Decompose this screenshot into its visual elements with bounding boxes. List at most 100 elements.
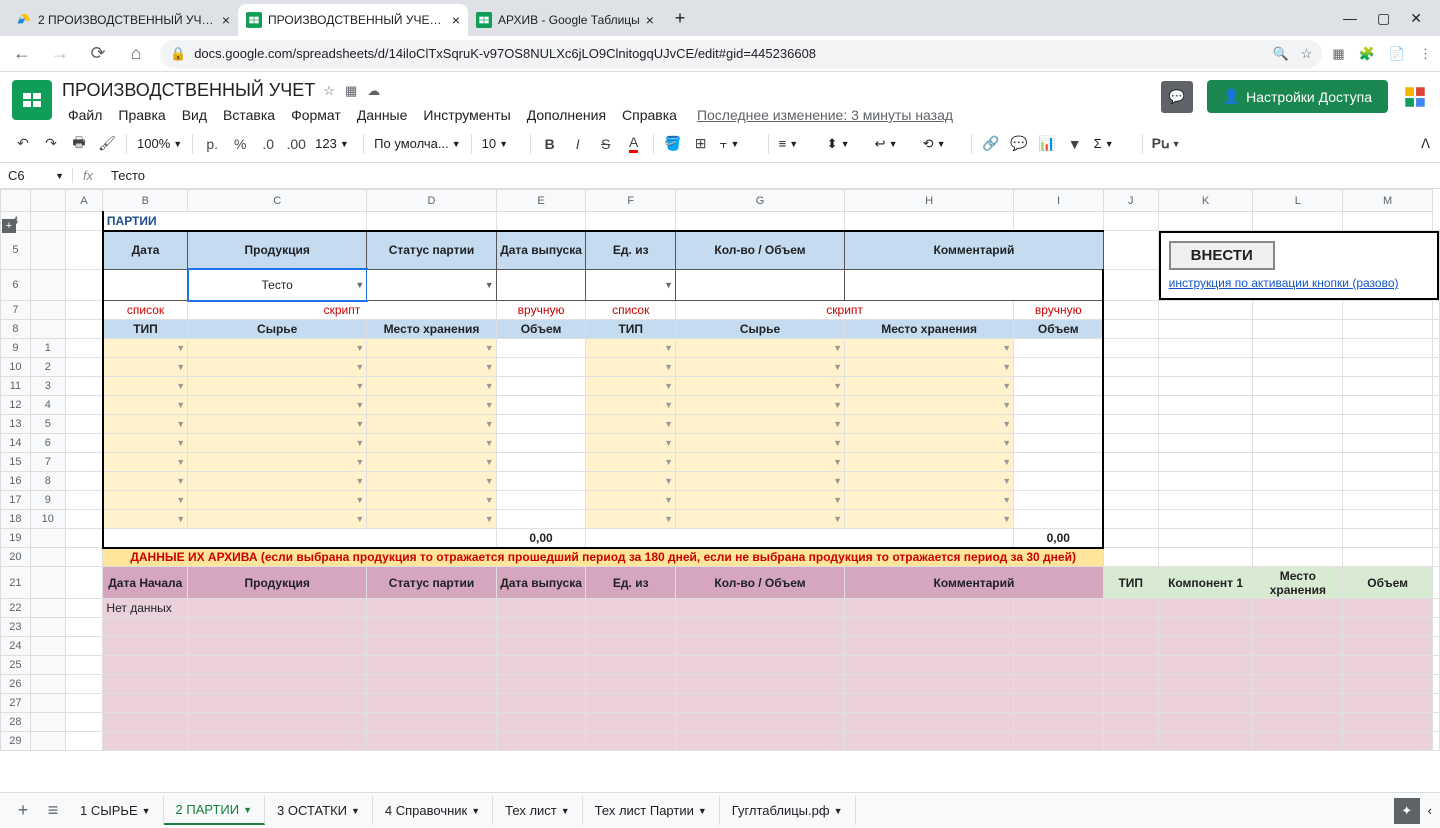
browser-tab-1[interactable]: ПРОИЗВОДСТВЕННЫЙ УЧЕТ - G × [238,4,468,36]
col-header[interactable]: A [65,190,103,212]
dropdown-arrow-icon[interactable]: ▼ [833,343,842,353]
dropdown-arrow-icon[interactable]: ▼ [176,419,185,429]
menu-icon[interactable]: ⋮ [1419,46,1432,62]
data-cell[interactable]: ▼ [188,358,367,377]
qty-input[interactable] [676,269,845,300]
release-date-input[interactable] [496,269,586,300]
data-cell[interactable] [496,510,586,529]
dropdown-arrow-icon[interactable]: ▼ [833,457,842,467]
data-cell[interactable]: ▼ [367,453,496,472]
data-cell[interactable]: ▼ [845,472,1014,491]
new-tab-button[interactable]: + [666,4,694,32]
col-header[interactable]: L [1253,190,1343,212]
menu-инструменты[interactable]: Инструменты [417,105,516,125]
doc-title[interactable]: ПРОИЗВОДСТВЕННЫЙ УЧЕТ [62,80,315,101]
dropdown-arrow-icon[interactable]: ▼ [664,438,673,448]
dropdown-arrow-icon[interactable]: ▼ [664,514,673,524]
name-box[interactable]: C6▼ [0,168,73,183]
data-cell[interactable]: ▼ [845,510,1014,529]
home-button[interactable]: ⌂ [122,40,150,68]
explore-button[interactable]: ✦ [1394,798,1420,824]
comment-button[interactable]: 💬 [1006,131,1032,157]
col-header[interactable]: F [586,190,676,212]
dropdown-arrow-icon[interactable]: ▼ [355,400,364,410]
col-header[interactable]: J [1103,190,1158,212]
dec-decrease-button[interactable]: .0 [255,131,281,157]
col-header[interactable]: C [188,190,367,212]
chart-button[interactable]: 📊 [1034,131,1060,157]
dropdown-arrow-icon[interactable]: ▼ [355,495,364,505]
dropdown-arrow-icon[interactable]: ▼ [833,495,842,505]
data-cell[interactable]: ▼ [188,396,367,415]
data-cell[interactable]: ▼ [367,491,496,510]
data-cell[interactable]: ▼ [103,377,188,396]
dropdown-arrow-icon[interactable]: ▼ [664,343,673,353]
dropdown-arrow-icon[interactable]: ▼ [1002,495,1011,505]
dropdown-arrow-icon[interactable]: ▼ [664,400,673,410]
data-cell[interactable]: ▼ [367,415,496,434]
dropdown-arrow-icon[interactable]: ▼ [176,476,185,486]
menu-справка[interactable]: Справка [616,105,683,125]
dropdown-arrow-icon[interactable]: ▼ [1002,343,1011,353]
dropdown-arrow-icon[interactable]: ▼ [1002,419,1011,429]
data-cell[interactable] [496,415,586,434]
dropdown-arrow-icon[interactable]: ▼ [485,419,494,429]
fill-color-button[interactable]: 🪣 [660,131,686,157]
back-button[interactable]: ← [8,40,36,68]
data-cell[interactable]: ▼ [367,377,496,396]
data-cell[interactable] [1014,472,1104,491]
data-cell[interactable]: ▼ [845,415,1014,434]
dropdown-arrow-icon[interactable]: ▼ [833,438,842,448]
data-cell[interactable]: ▼ [586,396,676,415]
data-cell[interactable]: ▼ [367,339,496,358]
data-cell[interactable]: ▼ [845,358,1014,377]
tab-close-icon[interactable]: × [222,12,230,28]
star-icon[interactable]: ☆ [1301,46,1313,62]
dropdown-arrow-icon[interactable]: ▼ [176,343,185,353]
share-button[interactable]: 👤 Настройки Доступа [1207,80,1388,113]
data-cell[interactable]: ▼ [676,453,845,472]
unit-dropdown[interactable]: ▼ [586,269,676,300]
instruction-link[interactable]: инструкция по активации кнопки (разово) [1169,276,1399,290]
col-header[interactable]: H [845,190,1014,212]
dropdown-arrow-icon[interactable]: ▼ [485,457,494,467]
font-dropdown[interactable]: По умолча...▼ [370,136,464,151]
data-cell[interactable]: ▼ [188,339,367,358]
maximize-icon[interactable]: ▢ [1377,10,1390,27]
sheet-tab[interactable]: 3 ОСТАТКИ▼ [265,796,373,825]
col-header[interactable]: B [103,190,188,212]
borders-button[interactable]: ⊞ [688,131,714,157]
dropdown-arrow-icon[interactable]: ▼ [833,419,842,429]
data-cell[interactable]: ▼ [103,415,188,434]
link-button[interactable]: 🔗 [978,131,1004,157]
redo-button[interactable]: ↷ [38,131,64,157]
dropdown-arrow-icon[interactable]: ▼ [176,495,185,505]
dropdown-arrow-icon[interactable]: ▼ [485,280,494,290]
data-cell[interactable] [1014,434,1104,453]
merge-dropdown[interactable]: ⫟▼ [716,136,762,152]
col-header[interactable]: K [1158,190,1253,212]
forward-button[interactable]: → [46,40,74,68]
rotate-dropdown[interactable]: ⟲▼ [919,136,965,152]
data-cell[interactable]: ▼ [676,510,845,529]
data-cell[interactable] [1014,510,1104,529]
formula-input[interactable]: Тесто [103,168,1440,183]
percent-button[interactable]: % [227,131,253,157]
minimize-icon[interactable]: — [1343,10,1357,27]
account-icon[interactable] [1402,84,1428,110]
dropdown-arrow-icon[interactable]: ▼ [833,514,842,524]
dropdown-arrow-icon[interactable]: ▼ [355,457,364,467]
dropdown-arrow-icon[interactable]: ▼ [833,381,842,391]
all-sheets-button[interactable]: ≡ [38,796,68,826]
sheet-tab[interactable]: 4 Справочник▼ [373,796,493,825]
last-edit-link[interactable]: Последнее изменение: 3 минуты назад [697,107,953,123]
data-cell[interactable] [496,339,586,358]
data-cell[interactable]: ▼ [367,434,496,453]
dropdown-arrow-icon[interactable]: ▼ [1002,438,1011,448]
font-size-dropdown[interactable]: 10▼ [478,136,524,151]
filter-button[interactable]: ▼ [1062,131,1088,157]
data-cell[interactable]: ▼ [845,453,1014,472]
col-header[interactable]: M [1343,190,1433,212]
strike-button[interactable]: S [593,131,619,157]
sheet-tab[interactable]: Гуглтаблицы.рф▼ [720,796,856,825]
